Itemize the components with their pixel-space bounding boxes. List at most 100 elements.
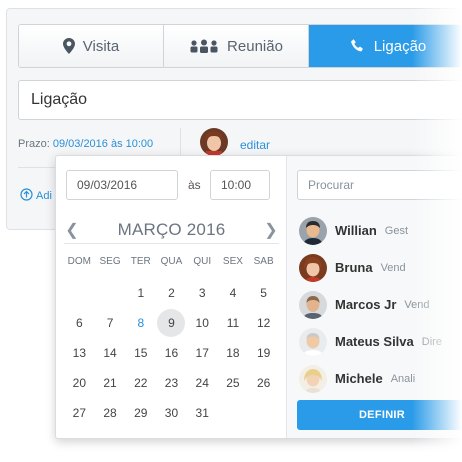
calendar-week: 13 14 15 16 17 18 19	[64, 338, 279, 368]
search-input[interactable]: Procurar	[297, 170, 462, 200]
calendar-day[interactable]: 2	[157, 279, 185, 307]
calendar-day[interactable]: 15	[127, 339, 155, 367]
group-icon	[189, 39, 219, 53]
calendar-day[interactable]: 22	[127, 369, 155, 397]
weekday-label: SAB	[253, 256, 274, 267]
weekday-label: SEG	[99, 256, 121, 267]
calendar-week: 27 28 29 30 31	[64, 398, 279, 428]
tab-reuniao[interactable]: Reunião	[164, 25, 309, 67]
person-name: Bruna	[335, 260, 373, 275]
calendar-day[interactable]: 16	[157, 339, 185, 367]
calendar-day[interactable]: 6	[65, 309, 93, 337]
calendar-day[interactable]: 25	[219, 369, 247, 397]
weekday-label: DOM	[67, 256, 92, 267]
calendar-week: 6 7 8 9 10 11 12	[64, 308, 279, 338]
calendar-grid: DOM SEG TER QUA QUI SEX SAB 1 2 3 4 5 6 7 8 9 10 11 12 13 1…	[64, 256, 279, 428]
list-item[interactable]: Marcos Jr Vend	[299, 286, 462, 323]
avatar	[299, 364, 327, 393]
calendar-day[interactable]: 21	[96, 369, 124, 397]
task-title-input[interactable]: Ligação	[18, 80, 462, 120]
month-title: MARÇO 2016	[117, 219, 226, 239]
calendar-day[interactable]: 17	[188, 339, 216, 367]
tab-label: Ligação	[373, 37, 427, 55]
calendar-day[interactable]: 19	[250, 339, 278, 367]
tab-label: Reunião	[227, 37, 283, 55]
tab-visita[interactable]: Visita	[19, 25, 164, 67]
person-role: Vend	[380, 261, 406, 274]
avatar	[299, 216, 327, 245]
date-input[interactable]: 09/03/2016	[66, 170, 178, 200]
define-button[interactable]: DEFINIR	[297, 400, 462, 430]
map-pin-icon	[62, 38, 75, 54]
calendar-day[interactable]: 3	[188, 279, 216, 307]
time-value: 10:00	[221, 178, 252, 192]
weekday-header: DOM SEG TER QUA QUI SEX SAB	[64, 256, 279, 278]
chevron-right-icon[interactable]: ❯	[263, 220, 279, 240]
calendar-day[interactable]: 4	[219, 279, 247, 307]
calendar-day[interactable]: 5	[250, 279, 278, 307]
date-value: 09/03/2016	[77, 178, 138, 192]
calendar-day[interactable]: 10	[188, 309, 216, 337]
weekday-label: TER	[130, 256, 151, 267]
calendar-day[interactable]: 14	[96, 339, 124, 367]
phone-icon	[350, 38, 366, 54]
person-role: Anali	[390, 372, 416, 385]
calendar-day[interactable]: 7	[96, 309, 124, 337]
chevron-left-icon[interactable]: ❮	[64, 220, 80, 240]
time-input[interactable]: 10:00	[210, 170, 270, 200]
calendar-day[interactable]: 27	[65, 399, 93, 427]
calendar-day[interactable]: 13	[65, 339, 93, 367]
weekday-label: SEX	[222, 256, 243, 267]
calendar-week: 20 21 22 23 24 25 26	[64, 368, 279, 398]
at-label: às	[188, 178, 201, 192]
calendar-day[interactable]: 31	[188, 399, 216, 427]
month-navigation: ❮ MARÇO 2016 ❯	[64, 216, 279, 244]
activity-type-tabs: Visita Reunião Ligação	[18, 24, 462, 68]
task-editor: Visita Reunião Ligação Ligação Prazo: 09…	[0, 0, 462, 462]
add-link-label: Adi	[36, 190, 52, 202]
deadline-label: Prazo:	[18, 138, 50, 150]
calendar-day[interactable]: 18	[219, 339, 247, 367]
date-picker: 09/03/2016 às 10:00 ❮ MARÇO 2016 ❯ DOM SE…	[56, 156, 286, 438]
weekday-label: QUA	[160, 256, 183, 267]
calendar-weeks: 1 2 3 4 5 6 7 8 9 10 11 12 13 14 15 16 17 18 19 20 21 22 23 24 2…	[64, 278, 279, 428]
calendar-day[interactable]: 20	[65, 369, 93, 397]
avatar	[299, 327, 327, 356]
tab-label: Visita	[82, 37, 120, 55]
calendar-day[interactable]: 1	[127, 279, 155, 307]
avatar	[299, 253, 327, 282]
person-name: Marcos Jr	[335, 297, 397, 312]
calendar-day[interactable]: 30	[157, 399, 185, 427]
person-role: Gest	[384, 224, 409, 237]
edit-assignee-link[interactable]: editar	[240, 138, 270, 152]
calendar-day[interactable]: 11	[219, 309, 247, 337]
avatar	[299, 290, 327, 319]
list-item[interactable]: Michele Anali	[299, 360, 462, 397]
calendar-day[interactable]: 24	[188, 369, 216, 397]
assignee-panel: Procurar Willian Gest Bruna Vend Marcos …	[286, 156, 462, 438]
person-name: Willian	[335, 223, 377, 238]
list-item[interactable]: Willian Gest	[299, 212, 462, 249]
task-title-value: Ligação	[31, 91, 88, 108]
calendar-day[interactable]: 29	[127, 399, 155, 427]
calendar-day[interactable]: 28	[96, 399, 124, 427]
weekday-label: QUI	[193, 256, 212, 267]
calendar-day[interactable]: 8	[127, 309, 155, 337]
calendar-day[interactable]: 26	[250, 369, 278, 397]
arrow-up-circle-icon	[20, 188, 33, 204]
calendar-day[interactable]: 23	[157, 369, 185, 397]
calendar-week: 12345	[64, 278, 279, 308]
list-item[interactable]: Mateus Silva Dire	[299, 323, 462, 360]
avatar[interactable]	[200, 128, 228, 156]
calendar-day[interactable]: 12	[250, 309, 278, 337]
list-item[interactable]: Bruna Vend	[299, 249, 462, 286]
person-role: Vend	[404, 298, 430, 311]
deadline-row: Prazo: 09/03/2016 às 10:00	[18, 138, 153, 150]
add-link[interactable]: Adi	[20, 188, 52, 204]
search-placeholder: Procurar	[308, 178, 355, 192]
tab-ligacao[interactable]: Ligação	[309, 25, 462, 67]
calendar-day[interactable]: 9	[157, 309, 186, 337]
person-role: Dire	[421, 335, 442, 348]
deadline-link[interactable]: 09/03/2016 às 10:00	[53, 138, 153, 150]
divider	[180, 128, 181, 158]
